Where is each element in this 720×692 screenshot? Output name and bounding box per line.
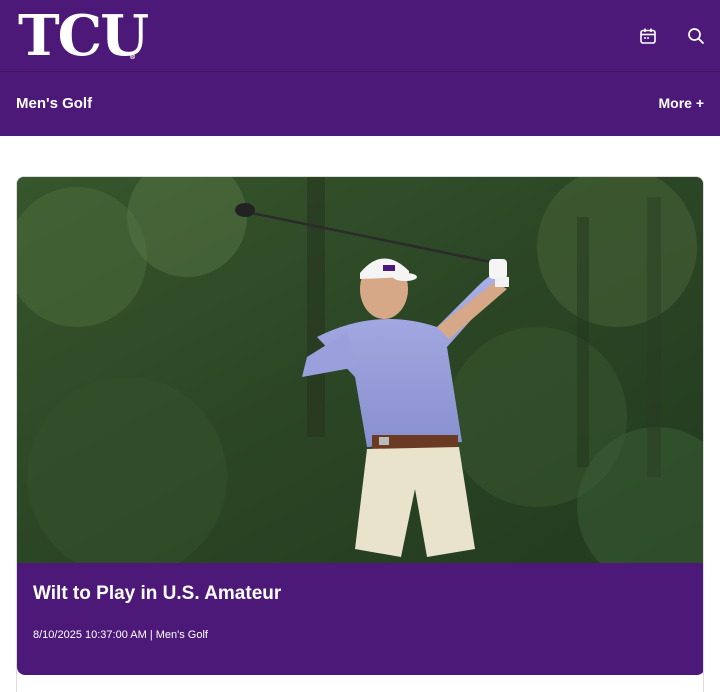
calendar-button[interactable] [636,24,660,48]
sport-title[interactable]: Men's Golf [16,95,92,112]
story-caption: Wilt to Play in U.S. Amateur 8/10/2025 1… [17,563,703,675]
story-meta: 8/10/2025 10:37:00 AM | Men's Golf [33,629,208,641]
more-menu-button[interactable]: More + [658,95,704,111]
logo-text: TCU [18,3,149,69]
registered-mark: ® [129,52,136,61]
meta-separator: | [149,629,153,641]
golfer-photo-illustration [17,177,703,563]
story-category[interactable]: Men's Golf [156,629,208,641]
search-icon [688,28,704,44]
tcu-logo[interactable]: TCU ® [18,8,149,64]
story-photo[interactable] [17,177,703,563]
site-header: TCU ® [0,0,720,72]
sport-nav: Men's Golf More + [0,72,720,136]
calendar-icon [640,28,656,44]
search-button[interactable] [684,24,708,48]
story-card[interactable]: Wilt to Play in U.S. Amateur 8/10/2025 1… [16,176,704,692]
story-date: 8/10/2025 10:37:00 AM [33,629,147,641]
story-headline[interactable]: Wilt to Play in U.S. Amateur [33,583,281,605]
